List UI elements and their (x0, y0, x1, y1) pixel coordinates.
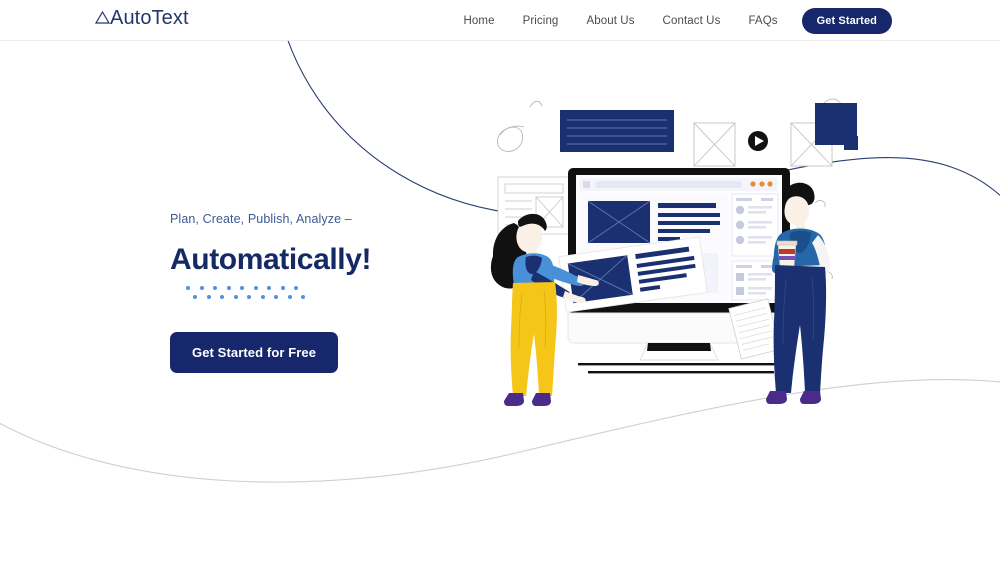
dot (240, 285, 244, 290)
logo[interactable]: AutoText (95, 7, 189, 30)
monitor-sidebar-panels (731, 193, 779, 301)
nav-pricing[interactable]: Pricing (509, 15, 573, 27)
navy-square-small (844, 136, 858, 150)
hero-section: Plan, Create, Publish, Analyze – Automat… (170, 212, 500, 373)
dot (206, 294, 211, 299)
hero-title: Automatically! (170, 243, 372, 276)
dot (274, 294, 278, 299)
nav-contact-us[interactable]: Contact Us (649, 15, 735, 27)
get-started-button[interactable]: Get Started (801, 7, 892, 34)
dot (301, 294, 305, 299)
coffee-cup-icon (776, 240, 798, 268)
dot (220, 294, 224, 299)
wireframe-square-x-upper (693, 122, 736, 167)
main-navigation: Home Pricing About Us Contact Us FAQs Ge… (450, 0, 892, 41)
nav-home[interactable]: Home (450, 15, 509, 27)
dot (294, 285, 298, 290)
dot (253, 285, 258, 290)
logo-text: AutoText (110, 7, 189, 29)
dot (247, 294, 251, 299)
navy-text-card (560, 110, 674, 152)
dot (280, 285, 285, 290)
dot (267, 285, 271, 290)
landing-page: AutoText Home Pricing About Us Contact U… (0, 0, 1000, 563)
dot (186, 285, 190, 290)
hero-eyebrow: Plan, Create, Publish, Analyze – (170, 212, 352, 226)
triangle-a-icon (95, 10, 110, 24)
hero-illustration (490, 98, 858, 406)
dot-row-top (186, 285, 500, 290)
decorative-dot-grid (186, 285, 500, 299)
dot (233, 294, 238, 299)
dot (193, 294, 197, 299)
site-header: AutoText Home Pricing About Us Contact U… (0, 0, 1000, 41)
get-started-for-free-button[interactable]: Get Started for Free (170, 331, 339, 373)
dot (260, 294, 265, 299)
dot (287, 294, 292, 299)
play-button-icon[interactable] (748, 131, 768, 151)
dot-row-bottom (193, 294, 500, 299)
dot (226, 285, 231, 290)
nav-faqs[interactable]: FAQs (734, 15, 791, 27)
dot (213, 285, 217, 290)
nav-about-us[interactable]: About Us (572, 15, 648, 27)
dot (199, 285, 204, 290)
